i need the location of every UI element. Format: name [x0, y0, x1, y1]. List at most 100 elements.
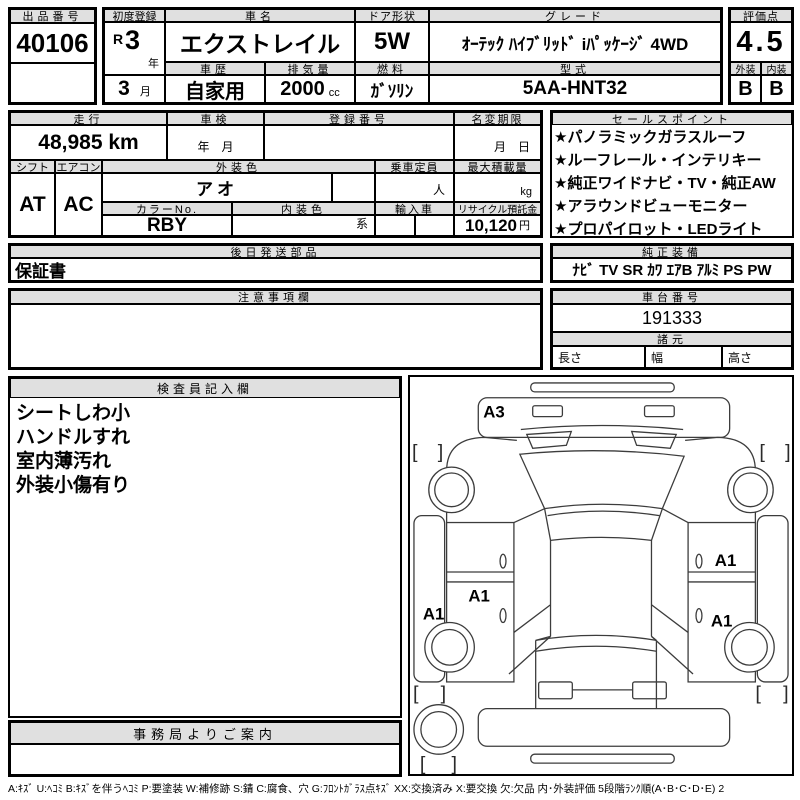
registration-number-label: 登録番号 [264, 112, 454, 125]
sales-point-item: ★アラウンドビューモニター [554, 198, 748, 215]
score-label: 評価点 [730, 9, 792, 22]
exterior-grade-value: B [730, 75, 761, 103]
auction-number-value: 40106 [10, 23, 95, 63]
grade-value: ｵｰﾃｯｸ ﾊｲﾌﾞﾘｯﾄﾞ iﾊﾟｯｹｰｼﾞ 4WD [429, 22, 721, 62]
sales-points-box: セールスポイント ★パノラミックガラスルーフ ★ルーフレール・インテリキー ★純… [550, 110, 794, 238]
import-label: 輸入車 [375, 202, 454, 215]
sales-points-label: セールスポイント [552, 112, 792, 125]
spec-width-label: 幅 [645, 346, 722, 368]
color-number-value: RBY [102, 215, 232, 236]
registration-box: 走行 48,985 km 車検 年 月 登録番号 名変期限 月 日 シフト エア… [8, 110, 543, 238]
shipping-parts-box: 後日発送部品 保証書 [8, 243, 543, 283]
model-code-label: 型式 [429, 62, 721, 75]
first-registration-month: 3 [118, 77, 130, 100]
year-suffix: 年 [148, 58, 159, 70]
car-name-value: エクストレイル [165, 22, 355, 62]
max-load-unit: kg [454, 173, 541, 202]
chassis-specs-box: 車台番号 191333 諸元 長さ 幅 高さ [550, 288, 794, 370]
svg-text:[: [ [420, 753, 426, 774]
interior-color-label: 内装色 [232, 202, 375, 215]
mileage-label: 走行 [10, 112, 167, 125]
first-registration-year: 3 [125, 25, 141, 55]
notes-value [10, 304, 541, 368]
shipping-parts-label: 後日発送部品 [10, 245, 541, 258]
model-code-value: 5AA-HNT32 [429, 75, 721, 103]
svg-text:]: ] [452, 753, 457, 774]
name-change-value: 月 日 [454, 125, 541, 160]
office-info-box: 事務局よりご案内 [8, 720, 402, 777]
svg-text:[: [ [413, 683, 419, 705]
svg-text:]: ] [783, 683, 788, 705]
car-history-value: 自家用 [165, 75, 265, 103]
specs-label: 諸元 [552, 332, 792, 346]
auction-number-label: 出品番号 [10, 9, 95, 23]
interior-color-suffix: 系 [232, 215, 375, 236]
exterior-color-sub-cell [332, 173, 375, 202]
car-damage-diagram: [] [] [] [] [] A3 A1 A1 A1 A1 [412, 382, 791, 775]
equipment-value: ﾅﾋﾞ TV SR ｶﾜ ｴｱB ｱﾙﾐ PS PW [552, 258, 792, 281]
svg-text:]: ] [438, 441, 443, 463]
inspector-note-line: ハンドルすれ [16, 427, 131, 448]
svg-text:]: ] [785, 441, 790, 463]
shift-label: シフト [10, 160, 55, 173]
registration-number-value [264, 125, 454, 160]
damage-mark-right-front-door: A1 [715, 551, 736, 570]
fuel-label: 燃料 [355, 62, 429, 75]
sales-points-list: ★パノラミックガラスルーフ ★ルーフレール・インテリキー ★純正ワイドナビ・TV… [554, 126, 792, 241]
equipment-box: 純正装備 ﾅﾋﾞ TV SR ｶﾜ ｴｱB ｱﾙﾐ PS PW [550, 243, 794, 283]
spec-height-label: 高さ [722, 346, 792, 368]
month-suffix: 月 [139, 86, 151, 98]
inspector-notes-list: シートしわ小 ハンドルすれ 室内薄汚れ 外装小傷有り [16, 402, 396, 498]
name-change-label: 名変期限 [454, 112, 541, 125]
damage-mark-left-front-door: A1 [468, 587, 489, 606]
door-shape-value: 5W [355, 22, 429, 62]
chassis-number-value: 191333 [552, 304, 792, 332]
interior-grade-value: B [761, 75, 792, 103]
mileage-value: 48,985 km [10, 125, 167, 160]
damage-mark-right-rear-door: A1 [711, 611, 732, 630]
car-outline [413, 382, 789, 764]
era-letter: R [113, 31, 124, 47]
capacity-label: 乗車定員 [375, 160, 454, 173]
score-box: 評価点 4.5 外装 内装 B B [728, 7, 794, 105]
interior-grade-label: 内装 [761, 62, 792, 75]
shift-value: AT [10, 173, 55, 236]
svg-text:[: [ [412, 441, 418, 463]
capacity-unit: 人 [375, 173, 454, 202]
sales-point-item: ★パノラミックガラスルーフ [554, 129, 747, 146]
aircon-label: エアコン [55, 160, 102, 173]
svg-text:[: [ [755, 683, 761, 705]
displacement-value: 2000 [280, 77, 325, 100]
inspector-note-line: 外装小傷有り [16, 475, 131, 496]
spec-length-label: 長さ [552, 346, 645, 368]
import-cell-1 [375, 215, 415, 236]
damage-mark-front-bumper: A3 [483, 403, 504, 422]
shipping-parts-value: 保証書 [10, 258, 541, 281]
svg-text:]: ] [441, 683, 446, 705]
max-load-label: 最大積載量 [454, 160, 541, 173]
door-shape-label: ドア形状 [355, 9, 429, 22]
sales-point-item: ★純正ワイドナビ・TV・純正AW [554, 175, 776, 192]
inspector-notes-box: 検査員記入欄 シートしわ小 ハンドルすれ 室内薄汚れ 外装小傷有り [8, 376, 402, 718]
recycle-deposit-label: リサイクル預託金 [454, 202, 541, 215]
exterior-grade-label: 外装 [730, 62, 761, 75]
inspector-notes-label: 検査員記入欄 [10, 378, 400, 398]
color-number-label: カラーNo. [102, 202, 232, 215]
displacement-cell: 2000 cc [265, 75, 355, 103]
office-info-value [10, 744, 400, 775]
damage-code-legend: A:ｷｽﾞ U:ﾍｺﾐ B:ｷｽﾞを伴うﾍｺﾐ P:要塗装 W:補修跡 S:錆 … [8, 783, 725, 795]
svg-text:[: [ [759, 441, 765, 463]
chassis-number-label: 車台番号 [552, 290, 792, 304]
damage-mark-left-side: A1 [423, 605, 444, 624]
notes-box: 注意事項欄 [8, 288, 543, 370]
car-diagram-box: [] [] [] [] [] A3 A1 A1 A1 A1 [408, 375, 794, 776]
inspector-note-line: 室内薄汚れ [16, 451, 112, 472]
office-info-label: 事務局よりご案内 [10, 722, 400, 744]
aircon-value: AC [55, 173, 102, 236]
import-cell-2 [415, 215, 454, 236]
sales-point-item: ★プロパイロット・LEDライト [554, 221, 763, 238]
sales-point-item: ★ルーフレール・インテリキー [554, 152, 762, 169]
first-registration-month-cell: 3 月 [104, 75, 165, 103]
score-value: 4.5 [730, 22, 792, 62]
vehicle-info-box: 初度登録 R 3 年 3 月 車名 エクストレイル 車歴 自家用 排気量 200… [102, 7, 723, 105]
